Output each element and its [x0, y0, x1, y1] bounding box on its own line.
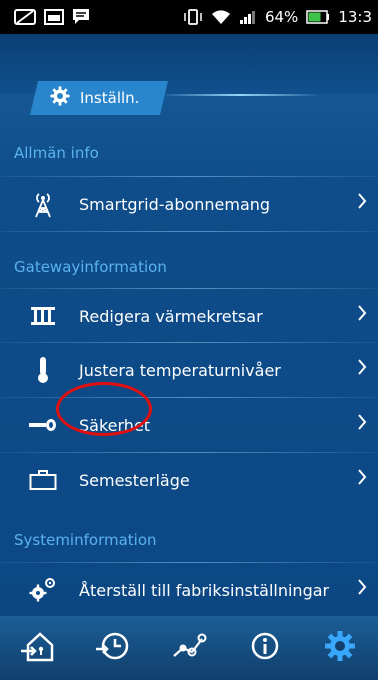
- highlight-circle: [56, 382, 152, 436]
- gears-icon: [28, 575, 58, 605]
- no-sim-icon: [14, 9, 36, 25]
- battery-percent: 64%: [264, 8, 299, 26]
- item-smartgrid-label: Smartgrid-abonnemang: [79, 194, 271, 214]
- section-general-label: Allmän info: [14, 144, 99, 162]
- header-glow-line: [160, 94, 320, 96]
- vibrate-icon: [183, 9, 203, 25]
- wifi-icon: [211, 9, 231, 25]
- item-factory-reset-label: Återställ till fabriksinställningar: [79, 580, 330, 600]
- item-vacation-label: Semesterläge: [79, 470, 190, 490]
- item-smartgrid[interactable]: Smartgrid-abonnemang: [0, 177, 378, 231]
- nav-settings-button[interactable]: [315, 623, 365, 673]
- divider: [0, 231, 378, 232]
- nav-history-button[interactable]: [88, 623, 138, 673]
- chevron-right-icon: [356, 191, 368, 215]
- info-icon: [249, 630, 281, 666]
- chevron-right-icon: [356, 357, 368, 381]
- status-bar: 64% 13:3: [0, 0, 378, 34]
- item-vacation[interactable]: Semesterläge: [0, 453, 378, 507]
- history-icon: [95, 629, 131, 667]
- tab-settings[interactable]: Inställn.: [30, 81, 168, 115]
- status-time: 13:3: [338, 8, 372, 26]
- settings-gear-icon: [50, 86, 70, 110]
- item-heating-circuits-label: Redigera värmekretsar: [79, 306, 263, 326]
- key-icon: [28, 410, 58, 440]
- nav-info-button[interactable]: [240, 623, 290, 673]
- tab-settings-label: Inställn.: [80, 89, 140, 107]
- thermometer-icon: [28, 355, 58, 385]
- section-gateway: Gatewayinformation: [0, 242, 378, 292]
- section-system: Systeminformation: [0, 515, 378, 565]
- suitcase-icon: [28, 465, 58, 495]
- radiator-icon: [28, 301, 58, 331]
- section-gateway-label: Gatewayinformation: [14, 258, 167, 276]
- section-general: Allmän info: [0, 128, 378, 178]
- item-heating-circuits[interactable]: Redigera värmekretsar: [0, 289, 378, 343]
- section-system-label: Systeminformation: [14, 531, 157, 549]
- chevron-right-icon: [356, 412, 368, 436]
- signal-icon: [239, 9, 257, 25]
- home-icon: [20, 629, 56, 667]
- chevron-right-icon: [356, 467, 368, 491]
- item-factory-reset[interactable]: Återställ till fabriksinställningar: [0, 563, 378, 617]
- item-temperature-levels[interactable]: Justera temperaturnivåer: [0, 343, 378, 397]
- settings-icon: [324, 630, 356, 666]
- gallery-icon: [44, 9, 64, 25]
- item-temperature-levels-label: Justera temperaturnivåer: [79, 360, 281, 380]
- bottom-nav: [0, 616, 378, 680]
- nav-home-button[interactable]: [13, 623, 63, 673]
- battery-icon: [306, 10, 330, 24]
- chevron-right-icon: [356, 303, 368, 327]
- antenna-tower-icon: [28, 189, 58, 219]
- chevron-right-icon: [356, 577, 368, 601]
- message-icon: [72, 8, 90, 26]
- nav-graph-button[interactable]: [164, 623, 214, 673]
- graph-icon: [170, 631, 208, 665]
